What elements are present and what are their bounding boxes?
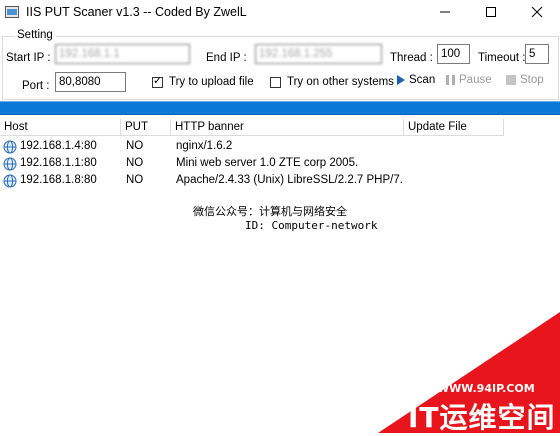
pause-icon <box>446 74 455 85</box>
table-row[interactable]: 192.168.1.1:80 NO Mini web server 1.0 ZT… <box>0 156 560 173</box>
scan-label: Scan <box>409 74 436 86</box>
upload-label: Try to upload file <box>169 76 254 88</box>
stop-label: Stop <box>520 74 544 86</box>
title-bar: IIS PUT Scaner v1.3 -- Coded By ZwelL <box>0 0 560 24</box>
watermark-wechat: 微信公众号：计算机与网络安全 <box>193 205 347 218</box>
thread-label: Thread : <box>390 52 433 64</box>
watermark-id: ID: Computer-network <box>245 219 378 232</box>
put-cell: NO <box>126 174 144 186</box>
close-icon <box>531 6 543 18</box>
start-ip-label: Start IP : <box>6 52 51 64</box>
other-systems-checkbox[interactable] <box>270 77 281 88</box>
close-button[interactable] <box>514 0 560 24</box>
put-cell: NO <box>126 157 144 169</box>
banner-cell: nginx/1.6.2 <box>176 140 233 152</box>
port-label: Port : <box>22 80 50 92</box>
timeout-label: Timeout : <box>478 52 526 64</box>
column-header-update-file[interactable]: Update File <box>404 119 504 136</box>
globe-icon <box>3 140 17 154</box>
stop-button[interactable]: Stop <box>506 74 544 88</box>
banner-cell: Apache/2.4.33 (Unix) LibreSSL/2.2.7 PHP/… <box>176 174 402 186</box>
thread-input[interactable] <box>437 44 470 64</box>
maximize-button[interactable] <box>468 0 514 24</box>
end-ip-label: End IP : <box>206 52 247 64</box>
host-cell: 192.168.1.1:80 <box>20 157 97 169</box>
put-cell: NO <box>126 140 144 152</box>
pause-label: Pause <box>459 74 492 86</box>
minimize-button[interactable] <box>422 0 468 24</box>
host-cell: 192.168.1.8:80 <box>20 174 97 186</box>
stop-icon <box>506 74 516 85</box>
scan-button[interactable]: Scan <box>397 74 435 88</box>
settings-legend: Setting <box>14 29 56 41</box>
checkmark-icon: ✓ <box>153 75 163 87</box>
play-icon <box>397 74 405 85</box>
other-systems-label: Try on other systems <box>287 76 394 88</box>
site-url: WWW.94IP.COM <box>437 382 535 395</box>
globe-icon <box>3 174 17 188</box>
end-ip-input[interactable] <box>255 44 382 64</box>
start-ip-input[interactable] <box>55 44 190 64</box>
maximize-icon <box>486 7 496 17</box>
minimize-icon <box>440 11 450 13</box>
table-row[interactable]: 192.168.1.8:80 NO Apache/2.4.33 (Unix) L… <box>0 173 560 190</box>
scan-progress-bar <box>0 101 560 115</box>
timeout-input[interactable] <box>525 44 549 64</box>
app-icon <box>5 6 19 18</box>
globe-icon <box>3 157 17 171</box>
upload-checkbox[interactable]: ✓ <box>152 75 163 88</box>
window-title: IIS PUT Scaner v1.3 -- Coded By ZwelL <box>26 5 247 19</box>
pause-button[interactable]: Pause <box>446 74 492 88</box>
port-input[interactable] <box>55 72 126 92</box>
banner-cell: Mini web server 1.0 ZTE corp 2005. <box>176 157 359 169</box>
column-header-host[interactable]: Host <box>0 119 121 136</box>
column-header-http-banner[interactable]: HTTP banner <box>171 119 404 136</box>
host-cell: 192.168.1.4:80 <box>20 140 97 152</box>
table-row[interactable]: 192.168.1.4:80 NO nginx/1.6.2 <box>0 139 560 156</box>
column-header-put[interactable]: PUT <box>121 119 171 136</box>
site-brand: IT运维空间 <box>408 401 556 434</box>
